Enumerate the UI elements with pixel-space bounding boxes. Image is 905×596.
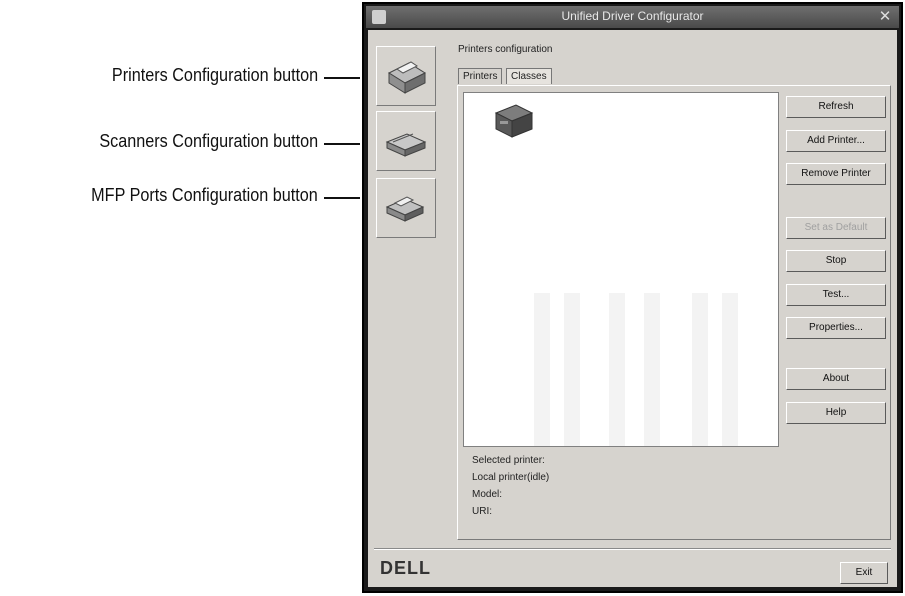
callout-mfp: MFP Ports Configuration button bbox=[0, 182, 360, 212]
callout-scanners: Scanners Configuration button bbox=[0, 128, 360, 158]
mfp-ports-config-button[interactable] bbox=[376, 178, 436, 238]
printer-list[interactable] bbox=[463, 92, 779, 447]
test-button[interactable]: Test... bbox=[786, 284, 886, 306]
window-title: Unified Driver Configurator bbox=[561, 9, 704, 23]
callout-printers-line bbox=[324, 77, 360, 79]
printer-icon[interactable] bbox=[490, 99, 538, 143]
close-icon[interactable]: ✕ bbox=[877, 8, 893, 24]
callout-printers: Printers Configuration button bbox=[0, 62, 360, 92]
uri-label: URI: bbox=[472, 506, 492, 517]
tab-printers[interactable]: Printers bbox=[458, 68, 503, 84]
panel-title: Printers configuration bbox=[458, 44, 553, 55]
about-button[interactable]: About bbox=[786, 368, 886, 390]
model-label: Model: bbox=[472, 489, 503, 500]
watermark-bar bbox=[692, 293, 708, 446]
watermark-bar bbox=[722, 293, 738, 446]
callout-scanners-line bbox=[324, 143, 360, 145]
bottom-separator bbox=[374, 548, 891, 550]
refresh-button[interactable]: Refresh bbox=[786, 96, 886, 118]
scanners-config-button[interactable] bbox=[376, 111, 436, 171]
watermark-bar bbox=[644, 293, 660, 446]
watermark-bar bbox=[534, 293, 550, 446]
mfp-port-icon bbox=[385, 196, 425, 222]
callout-mfp-label: MFP Ports Configuration button bbox=[91, 185, 318, 205]
printer-icon bbox=[387, 61, 427, 94]
help-button[interactable]: Help bbox=[786, 402, 886, 424]
titlebar[interactable]: Unified Driver Configurator ✕ bbox=[366, 6, 899, 28]
selected-printer-label: Selected printer: bbox=[472, 455, 545, 466]
set-default-button[interactable]: Set as Default bbox=[786, 217, 886, 239]
scanner-icon bbox=[385, 133, 427, 157]
properties-button[interactable]: Properties... bbox=[786, 317, 886, 339]
watermark-bar bbox=[564, 293, 580, 446]
configurator-window: Unified Driver Configurator ✕ Printers c… bbox=[362, 2, 903, 593]
nav-column bbox=[374, 36, 444, 238]
watermark-bar bbox=[609, 293, 625, 446]
remove-printer-button[interactable]: Remove Printer bbox=[786, 163, 886, 185]
callout-scanners-label: Scanners Configuration button bbox=[99, 131, 318, 151]
callout-printers-label: Printers Configuration button bbox=[111, 65, 318, 85]
stop-button[interactable]: Stop bbox=[786, 250, 886, 272]
callout-mfp-line bbox=[324, 197, 360, 199]
local-printer-status: Local printer(idle) bbox=[472, 472, 550, 483]
printers-config-button[interactable] bbox=[376, 46, 436, 106]
dell-logo: DELL bbox=[380, 558, 431, 578]
tab-classes[interactable]: Classes bbox=[506, 68, 552, 84]
exit-button[interactable]: Exit bbox=[840, 562, 888, 584]
add-printer-button[interactable]: Add Printer... bbox=[786, 130, 886, 152]
window-client: Printers configuration Printers Classes … bbox=[368, 30, 897, 587]
